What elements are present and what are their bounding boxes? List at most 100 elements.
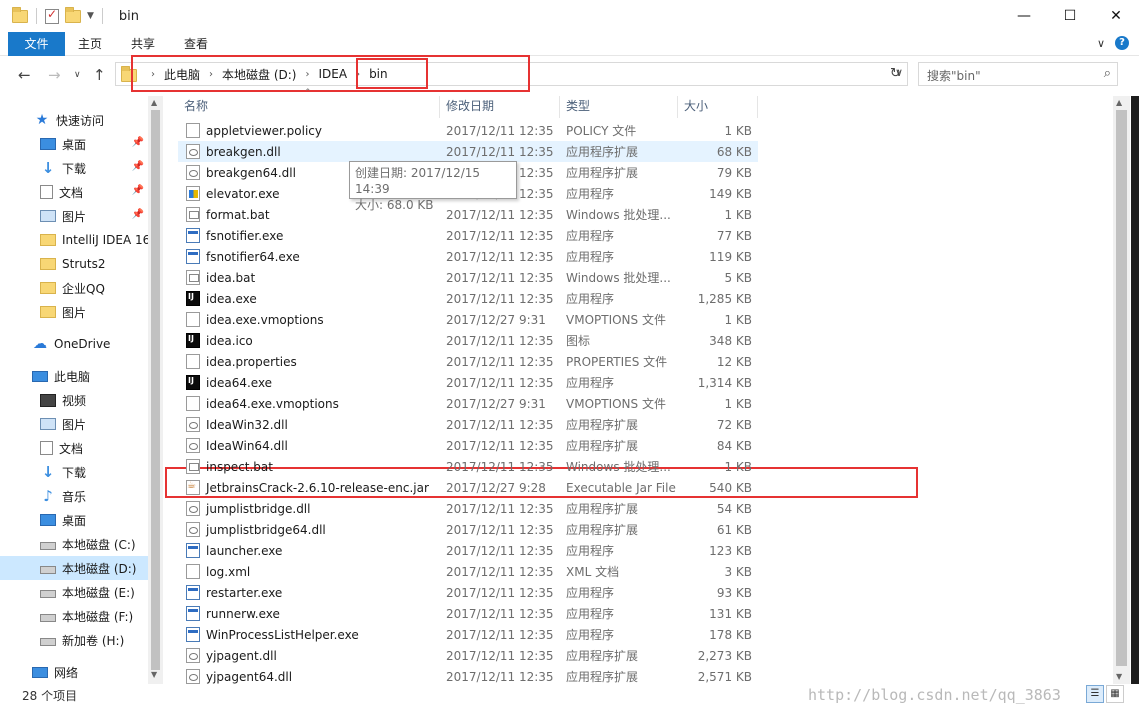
sidebar-item-qq[interactable]: 企业QQ: [0, 276, 148, 300]
folder-icon[interactable]: [12, 6, 28, 23]
table-row[interactable]: idea.exe 2017/12/11 12:35 应用程序 1,285 KB: [178, 288, 758, 309]
table-row[interactable]: idea.exe.vmoptions 2017/12/27 9:31 VMOPTIO…: [178, 309, 758, 330]
file-name-cell: IdeaWin32.dll: [186, 417, 440, 432]
new-folder-icon[interactable]: [65, 6, 81, 23]
table-row[interactable]: inspect.bat 2017/12/11 12:35 Windows 批处理..…: [178, 456, 758, 477]
tab-share[interactable]: 共享: [124, 32, 162, 56]
tab-view[interactable]: 查看: [177, 32, 215, 56]
table-row[interactable]: IdeaWin64.dll 2017/12/11 12:35 应用程序扩展 84 KB: [178, 435, 758, 456]
document-icon: [40, 441, 53, 455]
sidebar-item-documents-pc[interactable]: 文档: [0, 436, 148, 460]
minimize-button[interactable]: —: [1001, 0, 1047, 32]
properties-icon[interactable]: [45, 7, 59, 24]
table-row[interactable]: idea.properties 2017/12/11 12:35 PROPERTIE…: [178, 351, 758, 372]
table-row[interactable]: yjpagent.dll 2017/12/11 12:35 应用程序扩展 2,273 …: [178, 645, 758, 666]
breadcrumb-this-pc[interactable]: 此电脑: [164, 66, 200, 83]
help-icon[interactable]: ?: [1115, 36, 1129, 50]
table-row[interactable]: restarter.exe 2017/12/11 12:35 应用程序 93 KB: [178, 582, 758, 603]
exe-file-icon: [186, 585, 200, 600]
sidebar-item-drive-d[interactable]: 本地磁盘 (D:): [0, 556, 148, 580]
sidebar-item-label: 图片: [62, 417, 87, 432]
large-icons-view-icon[interactable]: ▦: [1106, 685, 1124, 703]
refresh-icon[interactable]: ↻: [884, 62, 908, 86]
sidebar-item-drive-h[interactable]: 新加卷 (H:): [0, 628, 148, 652]
scroll-up-icon[interactable]: ▲: [151, 98, 157, 107]
breadcrumb-separator-icon[interactable]: ›: [209, 69, 213, 80]
table-row[interactable]: jumplistbridge.dll 2017/12/11 12:35 应用程序扩展…: [178, 498, 758, 519]
file-size: 5 KB: [724, 270, 752, 285]
sidebar-item-videos[interactable]: 视频: [0, 388, 148, 412]
breadcrumb-bin[interactable]: bin: [369, 67, 388, 81]
table-row[interactable]: fsnotifier64.exe 2017/12/11 12:35 应用程序 119 …: [178, 246, 758, 267]
ribbon-tabs: 文件 主页 共享 查看 ∨ ?: [0, 32, 1139, 56]
customize-toolbar-icon[interactable]: ▼: [87, 11, 94, 21]
sidebar-item-quick-access[interactable]: ★ 快速访问: [0, 108, 148, 132]
table-row[interactable]: idea64.exe 2017/12/11 12:35 应用程序 1,314 KB: [178, 372, 758, 393]
file-name: jumplistbridge.dll: [206, 501, 311, 516]
table-row[interactable]: jumplistbridge64.dll 2017/12/11 12:35 应用程序…: [178, 519, 758, 540]
sidebar-item-drive-f[interactable]: 本地磁盘 (F:): [0, 604, 148, 628]
back-arrow-icon[interactable]: ←: [18, 66, 31, 84]
breadcrumb-separator-icon[interactable]: ›: [305, 69, 309, 80]
breadcrumb-idea[interactable]: IDEA: [318, 67, 347, 81]
ribbon-right-controls: ∨ ?: [1097, 36, 1129, 50]
table-row[interactable]: JetbrainsCrack-2.6.10-release-enc.jar 201…: [178, 477, 758, 498]
table-row[interactable]: log.xml 2017/12/11 12:35 XML 文档 3 KB: [178, 561, 758, 582]
table-row[interactable]: appletviewer.policy 2017/12/11 12:35 POLIC…: [178, 120, 758, 141]
file-list-scroll-thumb[interactable]: [1116, 110, 1127, 666]
recent-locations-icon[interactable]: ∨: [74, 70, 81, 80]
scroll-down-icon[interactable]: ▼: [151, 670, 157, 679]
sidebar-item-intellij[interactable]: IntelliJ IDEA 16: [0, 228, 148, 252]
sidebar-item-onedrive[interactable]: ☁ OneDrive: [0, 332, 148, 356]
sidebar-item-downloads[interactable]: ↓ 下载 📌: [0, 156, 148, 180]
tab-home[interactable]: 主页: [72, 32, 108, 56]
table-row[interactable]: breakgen.dll 2017/12/11 12:35 应用程序扩展 68 KB: [178, 141, 758, 162]
sidebar-item-pictures-pc[interactable]: 图片: [0, 412, 148, 436]
maximize-button[interactable]: ☐: [1047, 0, 1093, 32]
column-header-name[interactable]: 名称: [178, 96, 440, 118]
table-row[interactable]: idea.ico 2017/12/11 12:35 图标 348 KB: [178, 330, 758, 351]
table-row[interactable]: idea.bat 2017/12/11 12:35 Windows 批处理... 5 …: [178, 267, 758, 288]
sidebar-item-drive-e[interactable]: 本地磁盘 (E:): [0, 580, 148, 604]
up-arrow-icon[interactable]: ↑: [93, 66, 106, 84]
sidebar-item-desktop[interactable]: 桌面 📌: [0, 132, 148, 156]
table-row[interactable]: WinProcessListHelper.exe 2017/12/11 12:35…: [178, 624, 758, 645]
file-date: 2017/12/11 12:35: [446, 270, 554, 285]
sidebar-item-documents[interactable]: 文档 📌: [0, 180, 148, 204]
sidebar-item-desktop-pc[interactable]: 桌面: [0, 508, 148, 532]
table-row[interactable]: launcher.exe 2017/12/11 12:35 应用程序 123 KB: [178, 540, 758, 561]
table-row[interactable]: IdeaWin32.dll 2017/12/11 12:35 应用程序扩展 72 KB: [178, 414, 758, 435]
breadcrumb-separator-icon[interactable]: ›: [356, 69, 360, 80]
sidebar-item-pictures[interactable]: 图片 📌: [0, 204, 148, 228]
close-button[interactable]: ✕: [1093, 0, 1139, 32]
sidebar-item-drive-c[interactable]: 本地磁盘 (C:): [0, 532, 148, 556]
tab-file[interactable]: 文件: [8, 32, 65, 56]
breadcrumb-separator-icon[interactable]: ›: [151, 69, 155, 80]
column-header-size[interactable]: 大小: [678, 96, 758, 118]
details-view-icon[interactable]: ☰: [1086, 685, 1104, 703]
search-icon[interactable]: ⌕: [1104, 66, 1111, 81]
scroll-up-icon[interactable]: ▲: [1116, 98, 1122, 107]
search-input[interactable]: 搜索"bin" ⌕: [918, 62, 1118, 86]
address-bar[interactable]: › 此电脑 › 本地磁盘 (D:) › IDEA › bin ∨: [115, 62, 908, 86]
sidebar-item-downloads-pc[interactable]: ↓ 下载: [0, 460, 148, 484]
column-header-type[interactable]: 类型: [560, 96, 678, 118]
forward-arrow-icon[interactable]: →: [48, 66, 61, 84]
sidebar-item-network[interactable]: 网络: [0, 660, 148, 684]
sidebar-item-struts2[interactable]: Struts2: [0, 252, 148, 276]
file-size: 79 KB: [716, 165, 752, 180]
table-row[interactable]: idea64.exe.vmoptions 2017/12/27 9:31 VMOPT…: [178, 393, 758, 414]
sidebar-scroll-thumb[interactable]: [151, 110, 160, 670]
table-row[interactable]: fsnotifier.exe 2017/12/11 12:35 应用程序 77 KB: [178, 225, 758, 246]
sidebar-item-this-pc[interactable]: 此电脑: [0, 364, 148, 388]
table-row[interactable]: runnerw.exe 2017/12/11 12:35 应用程序 131 KB: [178, 603, 758, 624]
chevron-down-icon[interactable]: ∨: [1097, 37, 1105, 50]
bat-file-icon: [186, 270, 200, 285]
scroll-down-icon[interactable]: ▼: [1116, 672, 1122, 681]
sidebar-item-music[interactable]: ♪ 音乐: [0, 484, 148, 508]
sidebar-item-pictures-folder[interactable]: 图片: [0, 300, 148, 324]
breadcrumb-drive-d[interactable]: 本地磁盘 (D:): [222, 66, 296, 83]
dll-file-icon: [186, 648, 200, 663]
column-header-date[interactable]: 修改日期: [440, 96, 560, 118]
file-name: jumplistbridge64.dll: [206, 522, 326, 537]
